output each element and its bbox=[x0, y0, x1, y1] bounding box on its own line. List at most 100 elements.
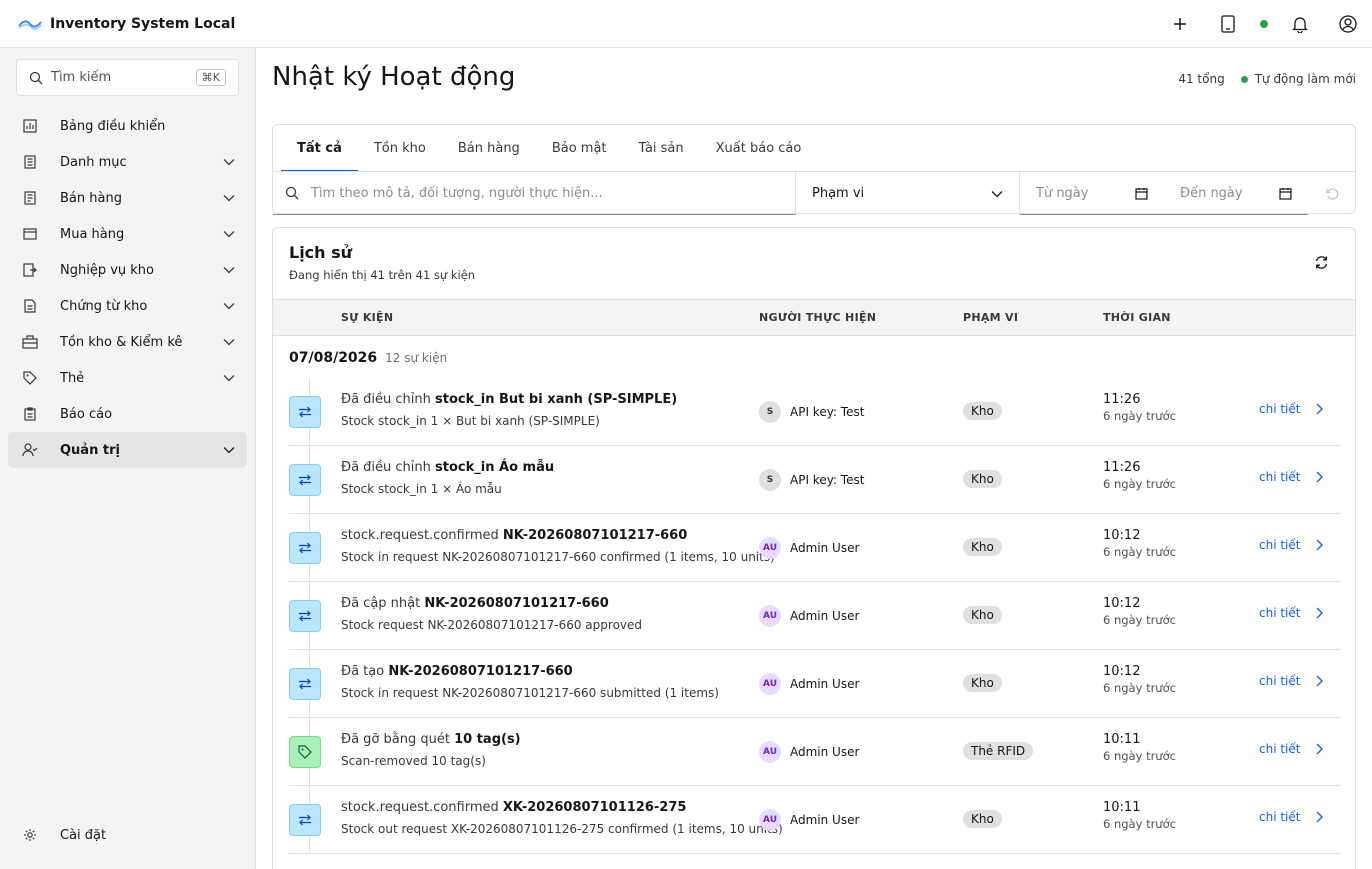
sidebar-item-label: Chứng từ kho bbox=[60, 298, 148, 314]
sales-icon bbox=[20, 191, 40, 205]
sidebar-item-sales[interactable]: Bán hàng bbox=[8, 180, 247, 216]
sidebar-item-admin[interactable]: Quản trị bbox=[8, 432, 247, 468]
gear-icon bbox=[20, 828, 40, 842]
table-header: SỰ KIỆN NGƯỜI THỰC HIỆN PHẠM VI THỜI GIA… bbox=[273, 299, 1355, 336]
activity-search[interactable]: Tìm theo mô tả, đối tượng, người thực hi… bbox=[273, 172, 796, 215]
chevron-right-icon[interactable] bbox=[1316, 471, 1323, 483]
event-action: stock.request.confirmed bbox=[341, 528, 499, 543]
avatar: AU bbox=[759, 673, 781, 695]
scope-badge: Kho bbox=[963, 402, 1002, 420]
total-count: 41 tổng bbox=[1178, 72, 1225, 86]
table-row[interactable]: stock.request.confirmed XK-2026080710112… bbox=[289, 786, 1341, 854]
add-button[interactable] bbox=[1156, 0, 1204, 48]
reset-filters-button[interactable] bbox=[1308, 172, 1355, 215]
user-menu-button[interactable] bbox=[1324, 0, 1372, 48]
reset-icon bbox=[1325, 187, 1339, 201]
report-icon bbox=[20, 407, 40, 421]
detail-link[interactable]: chi tiết bbox=[1259, 742, 1300, 756]
chevron-right-icon[interactable] bbox=[1316, 811, 1323, 823]
event-time: 11:26 bbox=[1103, 392, 1141, 407]
tab-security[interactable]: Bảo mật bbox=[536, 125, 623, 171]
event-relative-time: 6 ngày trước bbox=[1103, 613, 1176, 627]
auto-refresh-dot bbox=[1240, 75, 1248, 83]
tab-assets[interactable]: Tài sản bbox=[623, 125, 700, 171]
search-input[interactable]: Tìm kiếm bbox=[51, 70, 196, 85]
calendar-icon bbox=[1279, 187, 1292, 200]
column-event: SỰ KIỆN bbox=[341, 311, 394, 324]
chevron-right-icon[interactable] bbox=[1316, 403, 1323, 415]
detail-link[interactable]: chi tiết bbox=[1259, 674, 1300, 688]
event-time: 10:12 bbox=[1103, 664, 1141, 679]
event-title: Đã cập nhật NK-20260807101217-660 bbox=[341, 596, 609, 611]
top-header: Inventory System Local bbox=[0, 0, 1372, 48]
scope-badge: Kho bbox=[963, 674, 1002, 692]
tag-icon bbox=[289, 736, 321, 768]
sidebar-item-warehouse-docs[interactable]: Chứng từ kho bbox=[8, 288, 247, 324]
table-row[interactable]: Đã cập nhật NK-20260807101217-660 Stock r… bbox=[289, 582, 1341, 650]
page-meta: 41 tổng Tự động làm mới bbox=[1178, 72, 1356, 86]
sidebar-item-dashboard[interactable]: Bảng điều khiển bbox=[8, 108, 247, 144]
sidebar-item-inventory[interactable]: Tồn kho & Kiểm kê bbox=[8, 324, 247, 360]
sidebar-item-catalog[interactable]: Danh mục bbox=[8, 144, 247, 180]
chevron-right-icon[interactable] bbox=[1316, 743, 1323, 755]
event-relative-time: 6 ngày trước bbox=[1103, 681, 1176, 695]
tab-sales[interactable]: Bán hàng bbox=[442, 125, 536, 171]
table-row[interactable]: Đã gỡ bằng quét 10 tag(s) Scan-removed 10… bbox=[289, 718, 1341, 786]
table-row[interactable]: Đã tạo NK-20260807101217-660 Stock in req… bbox=[289, 650, 1341, 718]
activity-search-input[interactable]: Tìm theo mô tả, đối tượng, người thực hi… bbox=[311, 186, 603, 201]
scope-dropdown-label: Phạm vi bbox=[812, 186, 865, 201]
notifications-button[interactable] bbox=[1276, 0, 1324, 48]
event-object: NK-20260807101217-660 bbox=[424, 596, 609, 611]
chevron-right-icon[interactable] bbox=[1316, 607, 1323, 619]
history-card: Lịch sử Đang hiển thị 41 trên 41 sự kiện… bbox=[272, 227, 1356, 869]
detail-link[interactable]: chi tiết bbox=[1259, 538, 1300, 552]
tab-export-reports[interactable]: Xuất báo cáo bbox=[700, 125, 818, 171]
date-range: Từ ngày Đến ngày bbox=[1020, 172, 1308, 215]
to-date-input[interactable]: Đến ngày bbox=[1164, 186, 1308, 201]
chevron-down-icon bbox=[223, 230, 235, 238]
purchase-icon bbox=[20, 228, 40, 240]
sidebar-item-purchase[interactable]: Mua hàng bbox=[8, 216, 247, 252]
detail-link[interactable]: chi tiết bbox=[1259, 810, 1300, 824]
scope-dropdown[interactable]: Phạm vi bbox=[796, 172, 1020, 215]
event-relative-time: 6 ngày trước bbox=[1103, 545, 1176, 559]
app-title: Inventory System Local bbox=[50, 15, 236, 32]
sidebar-item-tags[interactable]: Thẻ bbox=[8, 360, 247, 396]
main-content: Nhật ký Hoạt động 41 tổng Tự động làm mớ… bbox=[256, 48, 1372, 869]
brand[interactable]: Inventory System Local bbox=[17, 14, 235, 34]
refresh-button[interactable] bbox=[1314, 255, 1329, 270]
history-subtitle: Đang hiển thị 41 trên 41 sự kiện bbox=[289, 268, 476, 282]
event-title: Đã tạo NK-20260807101217-660 bbox=[341, 664, 573, 679]
notification-icon bbox=[1292, 15, 1308, 33]
tab-all[interactable]: Tất cả bbox=[281, 125, 358, 172]
chevron-right-icon[interactable] bbox=[1316, 675, 1323, 687]
column-scope: PHẠM VI bbox=[963, 311, 1019, 324]
sidebar-item-label: Mua hàng bbox=[60, 226, 125, 242]
event-action: Đã gỡ bằng quét bbox=[341, 732, 450, 747]
page-title: Nhật ký Hoạt động bbox=[272, 62, 516, 92]
sidebar-search[interactable]: Tìm kiếm ⌘K bbox=[16, 59, 239, 96]
sidebar-item-warehouse-ops[interactable]: Nghiệp vụ kho bbox=[8, 252, 247, 288]
sidebar-item-reports[interactable]: Báo cáo bbox=[8, 396, 247, 432]
event-list: Đã điều chỉnh stock_in But bi xanh (SP-S… bbox=[289, 378, 1341, 854]
sidebar-item-settings[interactable]: Cài đặt bbox=[8, 817, 247, 853]
table-row[interactable]: Đã điều chỉnh stock_in Áo mẫu Stock stock… bbox=[289, 446, 1341, 514]
table-row[interactable]: stock.request.confirmed NK-2026080710121… bbox=[289, 514, 1341, 582]
event-description: Stock out request XK-20260807101126-275 … bbox=[341, 822, 783, 836]
sidebar-item-label: Báo cáo bbox=[60, 406, 113, 422]
detail-link[interactable]: chi tiết bbox=[1259, 606, 1300, 620]
device-button[interactable] bbox=[1204, 0, 1252, 48]
table-row[interactable]: Đã điều chỉnh stock_in But bi xanh (SP-S… bbox=[289, 378, 1341, 446]
from-date-input[interactable]: Từ ngày bbox=[1020, 186, 1164, 201]
detail-link[interactable]: chi tiết bbox=[1259, 402, 1300, 416]
tab-inventory[interactable]: Tồn kho bbox=[358, 125, 442, 171]
auto-refresh-label[interactable]: Tự động làm mới bbox=[1255, 72, 1356, 86]
calendar-icon bbox=[1135, 187, 1148, 200]
tablet-icon bbox=[1221, 15, 1235, 33]
detail-link[interactable]: chi tiết bbox=[1259, 470, 1300, 484]
actor-name: Admin User bbox=[790, 745, 860, 759]
sidebar-item-label: Cài đặt bbox=[60, 827, 107, 843]
event-title: Đã điều chỉnh stock_in Áo mẫu bbox=[341, 460, 554, 475]
chevron-right-icon[interactable] bbox=[1316, 539, 1323, 551]
document-icon bbox=[20, 299, 40, 313]
